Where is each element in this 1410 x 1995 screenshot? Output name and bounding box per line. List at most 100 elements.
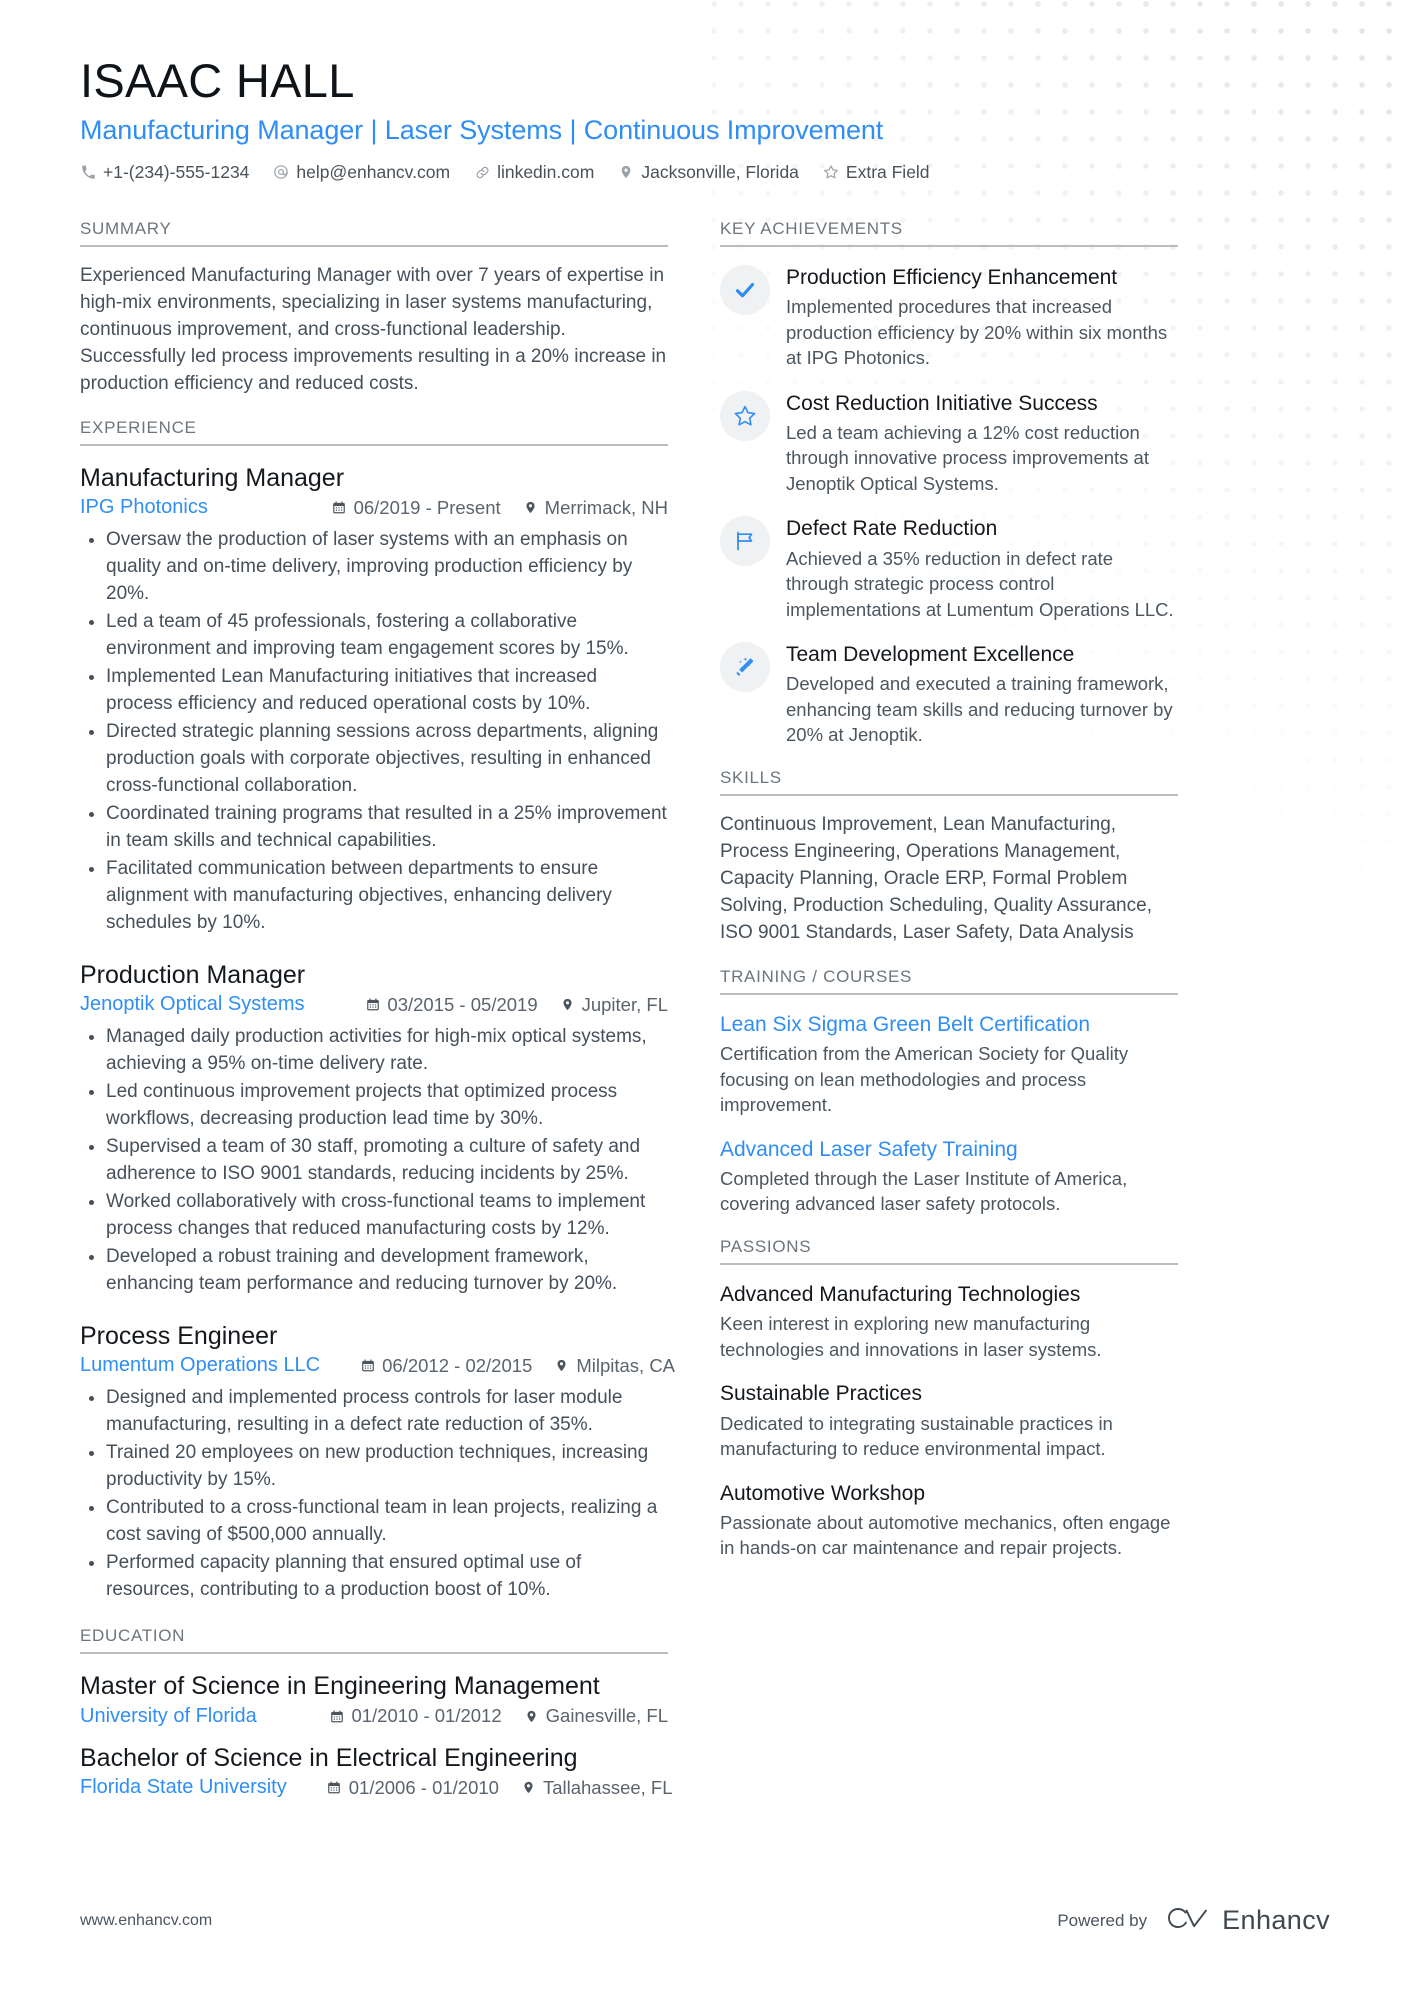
bullet-item: Directed strategic planning sessions acr… (80, 719, 668, 800)
experience-dates-text: 06/2012 - 02/2015 (382, 1354, 533, 1376)
enhancv-brand-name: Enhancv (1222, 1905, 1330, 1935)
experience-bullets: Designed and implemented process control… (80, 1385, 668, 1604)
education-location-text: Tallahassee, FL (542, 1776, 673, 1798)
achievement-body: Production Efficiency Enhancement Implem… (786, 263, 1178, 371)
education-dates: 01/2006 - 01/2010 (327, 1777, 499, 1799)
achievement-desc: Achieved a 35% reduction in defect rate … (786, 547, 1174, 620)
location-icon (618, 164, 634, 180)
powered-by-label: Powered by (1057, 1910, 1148, 1930)
contact-email[interactable]: help@enhancv.com (273, 162, 450, 183)
contact-location-text: Jacksonville, Florida (641, 161, 799, 182)
training-title[interactable]: Lean Six Sigma Green Belt Certification (720, 1011, 1178, 1038)
experience-dates: 03/2015 - 05/2019 (365, 994, 538, 1016)
experience-meta: IPG Photonics 06/2019 - Present Merrimac… (80, 496, 668, 519)
contact-link[interactable]: linkedin.com (474, 162, 594, 183)
contact-link-text: linkedin.com (497, 161, 595, 182)
education-org[interactable]: University of Florida (80, 1705, 275, 1728)
experience-location: Milpitas, CA (554, 1355, 675, 1377)
location-icon (554, 1358, 569, 1374)
experience-org[interactable]: IPG Photonics (80, 496, 226, 519)
email-icon (273, 164, 289, 180)
calendar-icon (360, 1358, 375, 1374)
experience-location: Merrimack, NH (523, 497, 668, 519)
contact-location[interactable]: Jacksonville, Florida (618, 162, 799, 183)
experience-entry: Process Engineer Lumentum Operations LLC… (80, 1320, 675, 1604)
resume-columns: SUMMARY Experienced Manufacturing Manage… (80, 199, 1330, 1807)
bullet-item: Facilitated communication between depart… (80, 856, 668, 937)
enhancv-logo-icon (1165, 1904, 1211, 1937)
passion-desc: Dedicated to integrating sustainable pra… (720, 1412, 1113, 1460)
experience-org[interactable]: Lumentum Operations LLC (80, 1354, 338, 1377)
bullet-item: Coordinated training programs that resul… (80, 801, 668, 855)
bullet-item: Developed a robust training and developm… (80, 1244, 668, 1298)
experience-location-text: Milpitas, CA (576, 1354, 676, 1376)
check-icon (733, 278, 757, 302)
achievement-badge (720, 390, 770, 441)
star-outline-icon (733, 404, 757, 428)
education-org[interactable]: Florida State University (80, 1776, 305, 1799)
education-meta: University of Florida 01/2010 - 01/2012 (80, 1705, 668, 1728)
contact-extra-field-text: Extra Field (845, 161, 930, 182)
contact-extra-field[interactable]: Extra Field (823, 162, 930, 183)
experience-org[interactable]: Jenoptik Optical Systems (80, 993, 323, 1016)
experience-bullets: Managed daily production activities for … (80, 1024, 668, 1298)
education-entry: Bachelor of Science in Electrical Engine… (80, 1742, 673, 1800)
passion-item: Automotive Workshop Passionate about aut… (720, 1480, 1178, 1561)
powered-by-group: Powered by Enhancv (1057, 1904, 1330, 1937)
candidate-headline: Manufacturing Manager | Laser Systems | … (80, 115, 884, 146)
education-dates-text: 01/2010 - 01/2012 (351, 1705, 502, 1727)
achievement-title: Production Efficiency Enhancement (786, 265, 1118, 289)
section-passions-title: PASSIONS (720, 1237, 812, 1256)
summary-text: Experienced Manufacturing Manager with o… (80, 264, 667, 394)
training-desc: Completed through the Laser Institute of… (720, 1167, 1128, 1215)
section-divider (80, 1652, 668, 1655)
section-education: EDUCATION Master of Science in Engineeri… (80, 1626, 673, 1800)
achievement-title: Defect Rate Reduction (786, 517, 998, 541)
location-icon (521, 1780, 536, 1796)
section-divider (80, 443, 668, 446)
section-key-achievements: KEY ACHIEVEMENTS Production Efficiency E… (720, 219, 1178, 748)
bullet-item: Supervised a team of 30 staff, promoting… (80, 1134, 668, 1188)
achievement-item: Team Development Excellence Developed an… (720, 640, 1178, 748)
passion-item: Sustainable Practices Dedicated to integ… (720, 1380, 1178, 1461)
section-experience: EXPERIENCE Manufacturing Manager IPG Pho… (80, 418, 675, 1604)
calendar-icon (327, 1780, 342, 1796)
section-summary-title: SUMMARY (80, 218, 172, 238)
experience-location-text: Merrimack, NH (544, 496, 668, 518)
training-title[interactable]: Advanced Laser Safety Training (720, 1136, 1178, 1163)
training-item: Lean Six Sigma Green Belt Certification … (720, 1011, 1178, 1118)
achievement-desc: Led a team achieving a 12% cost reductio… (786, 421, 1149, 494)
training-item: Advanced Laser Safety Training Completed… (720, 1136, 1178, 1217)
experience-dates-text: 06/2019 - Present (353, 496, 501, 518)
experience-role: Manufacturing Manager (80, 463, 345, 492)
training-desc: Certification from the American Society … (720, 1043, 1129, 1116)
contact-email-text: help@enhancv.com (296, 161, 451, 182)
bullet-item: Managed daily production activities for … (80, 1024, 668, 1078)
education-degree: Master of Science in Engineering Managem… (80, 1672, 600, 1701)
left-column: SUMMARY Experienced Manufacturing Manage… (80, 199, 698, 1807)
passion-desc: Passionate about automotive mechanics, o… (720, 1511, 1171, 1559)
education-dates-text: 01/2006 - 01/2010 (348, 1776, 499, 1798)
enhancv-brand[interactable]: Enhancv (1165, 1904, 1330, 1937)
bullet-item: Worked collaboratively with cross-functi… (80, 1189, 668, 1243)
calendar-icon (332, 500, 347, 516)
achievement-title: Cost Reduction Initiative Success (786, 391, 1098, 415)
passion-title: Sustainable Practices (720, 1382, 922, 1406)
section-summary: SUMMARY Experienced Manufacturing Manage… (80, 219, 668, 398)
achievement-body: Cost Reduction Initiative Success Led a … (786, 389, 1178, 497)
candidate-name: ISAAC HALL (80, 54, 355, 107)
passion-title: Advanced Manufacturing Technologies (720, 1283, 1081, 1306)
location-icon (523, 500, 538, 516)
contact-phone[interactable]: +1-(234)-555-1234 (80, 162, 249, 183)
section-divider (80, 244, 668, 247)
footer-website-url[interactable]: www.enhancv.com (80, 1912, 212, 1930)
section-skills: SKILLS Continuous Improvement, Lean Manu… (720, 768, 1178, 947)
star-icon (823, 164, 839, 180)
experience-role: Process Engineer (80, 1321, 278, 1350)
resume-page: ISAAC HALL Manufacturing Manager | Laser… (0, 0, 1410, 1995)
section-training-courses: TRAINING / COURSES Lean Six Sigma Green … (720, 967, 1178, 1217)
education-location-text: Gainesville, FL (545, 1705, 668, 1727)
achievement-body: Defect Rate Reduction Achieved a 35% red… (786, 514, 1178, 622)
contact-row: +1-(234)-555-1234 help@enhancv.com linke… (80, 162, 1330, 183)
experience-meta: Jenoptik Optical Systems 03/2015 - 05/20… (80, 993, 668, 1016)
